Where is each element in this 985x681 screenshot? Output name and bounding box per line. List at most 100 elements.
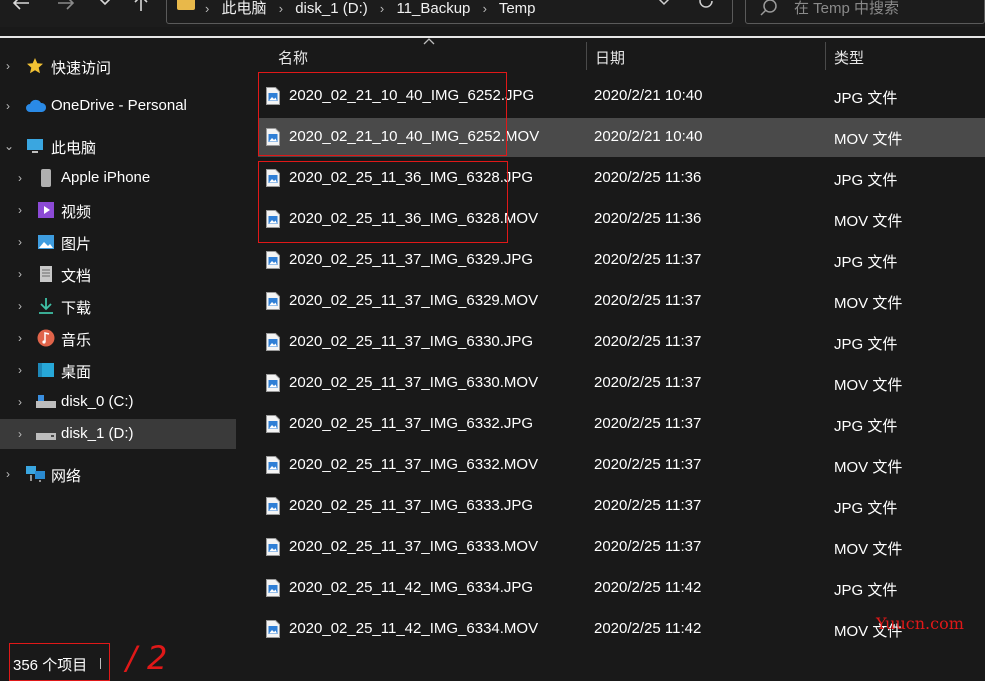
sidebar-item-apple-iphone[interactable]: › Apple iPhone — [0, 163, 236, 193]
column-resize-handle[interactable] — [825, 42, 826, 70]
chevron-right-icon[interactable]: › — [18, 267, 28, 281]
chevron-down-icon — [658, 0, 670, 6]
search-box[interactable]: 在 Temp 中搜索 — [745, 0, 985, 24]
sidebar-item-network[interactable]: › 网络 — [0, 459, 236, 489]
cloud-icon — [26, 99, 47, 112]
breadcrumb-item[interactable]: 11_Backup — [396, 0, 470, 17]
sidebar-item-documents[interactable]: › 文档 — [0, 259, 236, 289]
sidebar-item-desktop[interactable]: › 桌面 — [0, 355, 236, 385]
file-type: MOV 文件 — [834, 295, 903, 312]
image-file-icon — [266, 620, 280, 638]
sidebar-item-pictures[interactable]: › 图片 — [0, 227, 236, 257]
column-header-date[interactable]: 日期 — [595, 38, 825, 71]
arrow-up-icon — [134, 0, 148, 11]
file-type: JPG 文件 — [834, 172, 898, 189]
image-file-icon — [266, 579, 280, 597]
refresh-button[interactable] — [697, 0, 715, 16]
breadcrumb-item[interactable]: Temp — [499, 0, 536, 17]
phone-icon — [41, 169, 51, 187]
sidebar-item-downloads[interactable]: › 下载 — [0, 291, 236, 321]
file-row[interactable]: 2020_02_25_11_37_IMG_6329.JPG 2020/2/25 1… — [258, 241, 985, 280]
network-icon — [26, 466, 45, 482]
watermark: Yuucn.com — [876, 614, 964, 633]
column-header-label: 类型 — [834, 50, 865, 67]
drive-icon — [36, 395, 56, 408]
chevron-right-icon[interactable]: › — [6, 467, 16, 481]
file-type: MOV 文件 — [834, 213, 903, 230]
file-row[interactable]: 2020_02_25_11_37_IMG_6329.MOV 2020/2/25 1… — [258, 282, 985, 321]
file-name: 2020_02_25_11_37_IMG_6333.MOV — [289, 538, 539, 555]
chevron-right-icon[interactable]: › — [18, 427, 28, 441]
chevron-right-icon: › — [205, 1, 210, 16]
file-name: 2020_02_25_11_37_IMG_6332.JPG — [289, 415, 534, 432]
file-type: JPG 文件 — [834, 90, 898, 107]
sidebar-item-onedrive[interactable]: › OneDrive - Personal — [0, 91, 236, 121]
sidebar-item-music[interactable]: › 音乐 — [0, 323, 236, 353]
address-bar[interactable]: › 此电脑 › disk_1 (D:) › 11_Backup › Temp — [166, 0, 733, 24]
search-input[interactable]: 在 Temp 中搜索 — [794, 0, 899, 18]
file-date: 2020/2/25 11:37 — [594, 497, 702, 514]
chevron-down-icon[interactable]: ⌄ — [4, 139, 14, 153]
file-name: 2020_02_25_11_37_IMG_6330.JPG — [289, 333, 534, 350]
chevron-right-icon[interactable]: › — [18, 331, 28, 345]
title-toolbar: › 此电脑 › disk_1 (D:) › 11_Backup › Temp 在… — [0, 0, 985, 27]
file-name: 2020_02_25_11_37_IMG_6332.MOV — [289, 456, 539, 473]
chevron-right-icon: › — [278, 1, 284, 16]
file-row[interactable]: 2020_02_25_11_37_IMG_6332.JPG 2020/2/25 1… — [258, 405, 985, 444]
column-header-type[interactable]: 类型 — [834, 38, 984, 71]
chevron-right-icon[interactable]: › — [6, 59, 16, 73]
image-file-icon — [266, 456, 280, 474]
desktop-icon — [38, 363, 54, 377]
forward-button[interactable] — [51, 0, 81, 20]
arrow-left-icon — [12, 0, 29, 10]
chevron-right-icon[interactable]: › — [18, 203, 28, 217]
video-icon — [38, 202, 54, 218]
sidebar-item-videos[interactable]: › 视频 — [0, 195, 236, 225]
sidebar-item-disk-0[interactable]: › disk_0 (C:) — [0, 387, 236, 417]
navigation-pane: › 快速访问 › OneDrive - Personal ⌄ 此电脑 › App… — [0, 38, 238, 648]
sidebar-item-label: 此电脑 — [51, 140, 97, 157]
sidebar-item-label: 视频 — [61, 204, 92, 221]
chevron-right-icon: › — [379, 1, 385, 16]
file-name: 2020_02_25_11_37_IMG_6329.MOV — [289, 292, 539, 309]
address-dropdown-button[interactable] — [657, 0, 671, 12]
column-resize-handle[interactable] — [586, 42, 587, 70]
file-row[interactable]: 2020_02_25_11_42_IMG_6334.JPG 2020/2/25 1… — [258, 569, 985, 608]
folder-icon — [177, 0, 195, 10]
file-row[interactable]: 2020_02_25_11_37_IMG_6333.MOV 2020/2/25 1… — [258, 528, 985, 567]
file-name: 2020_02_25_11_42_IMG_6334.JPG — [289, 579, 534, 596]
chevron-right-icon[interactable]: › — [18, 299, 28, 313]
sidebar-item-label: disk_0 (C:) — [61, 393, 134, 410]
sidebar-item-quick-access[interactable]: › 快速访问 — [0, 51, 236, 81]
file-type: JPG 文件 — [834, 254, 898, 271]
file-row[interactable]: 2020_02_25_11_37_IMG_6333.JPG 2020/2/25 1… — [258, 487, 985, 526]
computer-icon — [27, 139, 43, 153]
file-type: JPG 文件 — [834, 336, 898, 353]
file-date: 2020/2/25 11:37 — [594, 251, 702, 268]
sidebar-item-this-pc[interactable]: ⌄ 此电脑 — [0, 131, 236, 161]
back-button[interactable] — [6, 0, 36, 20]
up-button[interactable] — [126, 0, 156, 20]
file-type: MOV 文件 — [834, 459, 903, 476]
chevron-right-icon[interactable]: › — [6, 99, 16, 113]
recent-locations-button[interactable] — [90, 0, 120, 20]
download-icon — [39, 298, 53, 314]
column-header-name[interactable]: 名称 — [278, 38, 578, 71]
image-file-icon — [266, 333, 280, 351]
breadcrumb-item[interactable]: 此电脑 — [222, 0, 267, 17]
document-icon — [40, 266, 52, 282]
chevron-right-icon[interactable]: › — [18, 395, 28, 409]
file-date: 2020/2/25 11:37 — [594, 415, 702, 432]
chevron-right-icon[interactable]: › — [18, 363, 28, 377]
file-row[interactable]: 2020_02_25_11_37_IMG_6332.MOV 2020/2/25 1… — [258, 446, 985, 485]
file-date: 2020/2/21 10:40 — [594, 87, 703, 104]
search-icon — [760, 0, 777, 16]
sidebar-item-disk-1[interactable]: › disk_1 (D:) — [0, 419, 236, 449]
breadcrumb: › 此电脑 › disk_1 (D:) › 11_Backup › Temp — [205, 0, 544, 18]
breadcrumb-item[interactable]: disk_1 (D:) — [295, 0, 368, 17]
refresh-icon — [699, 0, 713, 8]
chevron-right-icon[interactable]: › — [18, 235, 28, 249]
file-row[interactable]: 2020_02_25_11_37_IMG_6330.MOV 2020/2/25 1… — [258, 364, 985, 403]
chevron-right-icon[interactable]: › — [18, 171, 28, 185]
file-row[interactable]: 2020_02_25_11_37_IMG_6330.JPG 2020/2/25 1… — [258, 323, 985, 362]
